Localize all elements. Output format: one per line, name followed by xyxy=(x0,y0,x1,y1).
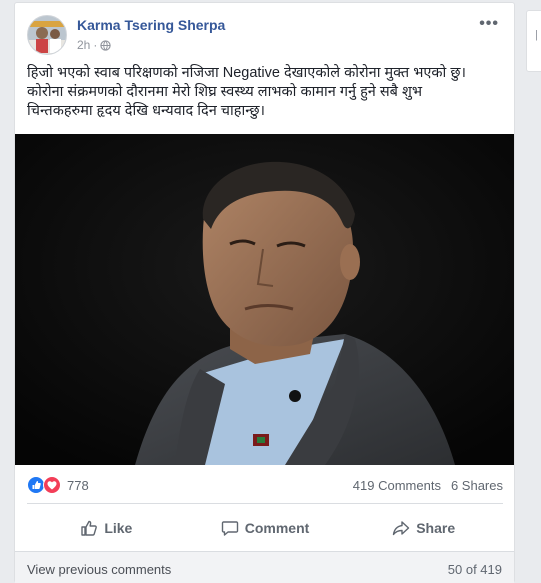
post-text-line: हिजो भएको स्वाब परिक्षणको नजिजा Negative… xyxy=(27,65,467,81)
globe-icon[interactable] xyxy=(100,39,112,51)
thumbs-up-icon xyxy=(81,520,98,536)
reaction-count[interactable]: 778 xyxy=(67,478,89,493)
side-panel-card: | xyxy=(526,10,541,72)
shares-count[interactable]: 6 Shares xyxy=(451,478,503,493)
share-icon xyxy=(393,521,410,536)
portrait-image xyxy=(15,134,514,465)
engagement-counts: 778 419 Comments 6 Shares xyxy=(27,475,503,497)
post-card: Karma Tsering Sherpa 2h · ••• हिजो भएको … xyxy=(14,2,515,583)
post-text-line: चिन्तकहरुमा हृदय देखि धन्यवाद दिन चाहान्… xyxy=(27,103,266,119)
avatar-image xyxy=(28,16,66,54)
comments-count[interactable]: 419 Comments xyxy=(353,478,441,493)
post-photo[interactable] xyxy=(15,134,514,465)
comment-label: Comment xyxy=(244,520,310,536)
comments-page-count: 50 of 419 xyxy=(447,562,502,577)
avatar[interactable] xyxy=(27,15,67,55)
like-label: Like xyxy=(104,520,133,536)
post-time[interactable]: 2h xyxy=(77,38,90,52)
comments-bar: View previous comments 50 of 419 xyxy=(15,551,514,583)
side-panel-glyph-icon: | xyxy=(535,29,538,41)
action-bar: Like Comment Share xyxy=(27,508,503,548)
comment-button[interactable]: Comment xyxy=(186,508,345,548)
post-header: Karma Tsering Sherpa 2h · ••• xyxy=(27,15,503,57)
reaction-icons[interactable] xyxy=(27,476,65,494)
post-text-line: कोरोना संक्रमणको दौरानमा मेरो शिघ्र स्वस… xyxy=(27,84,423,100)
divider xyxy=(27,503,503,504)
comment-icon xyxy=(221,521,238,536)
post-text: हिजो भएको स्वाब परिक्षणको नजिजा Negative… xyxy=(27,64,507,121)
more-options-icon[interactable]: ••• xyxy=(479,15,499,33)
view-previous-comments-link[interactable]: View previous comments xyxy=(27,562,171,577)
like-button[interactable]: Like xyxy=(27,508,186,548)
share-button[interactable]: Share xyxy=(344,508,503,548)
author-name[interactable]: Karma Tsering Sherpa xyxy=(77,17,225,33)
post-meta: 2h · xyxy=(77,38,112,52)
share-label: Share xyxy=(416,520,456,536)
